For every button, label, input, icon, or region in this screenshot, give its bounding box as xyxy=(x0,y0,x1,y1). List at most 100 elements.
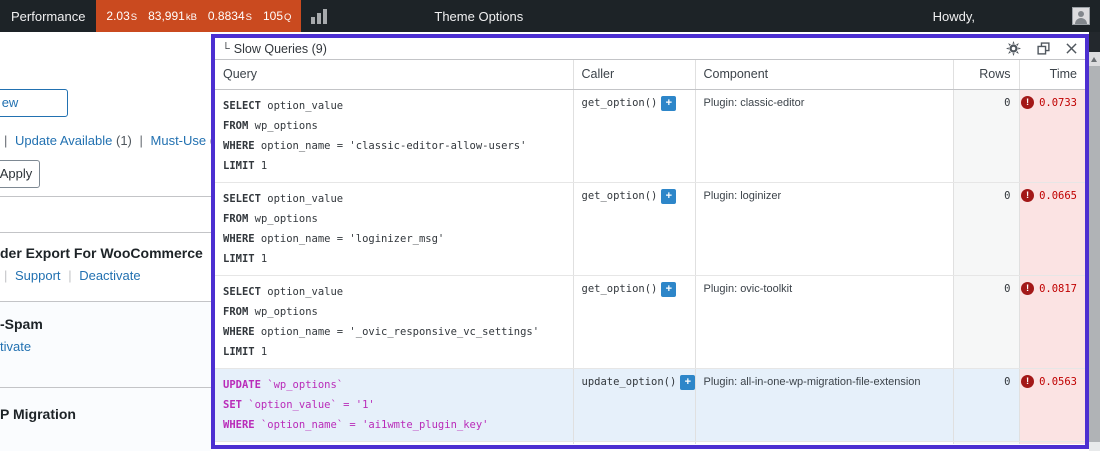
filter-must-use[interactable]: Must-Use xyxy=(151,133,207,148)
sql-line: FROM wp_options xyxy=(223,209,565,229)
warning-icon: ! xyxy=(1021,96,1034,109)
time-cell: ! 0.0733 xyxy=(1019,89,1085,182)
query-row: SELECT option_valueFROM wp_optionsWHERE … xyxy=(215,182,1085,275)
query-row: SELECT option_valueFROM wp_optionsWHERE … xyxy=(215,275,1085,368)
query-monitor-panel: └Slow Queries (9) Query Caller Component xyxy=(211,34,1089,449)
qm-table-body: SELECT option_valueFROM wp_optionsWHERE … xyxy=(215,89,1085,444)
query-row: SELECT option_valueFROM wp_optionsWHERE … xyxy=(215,89,1085,182)
sql-line: SELECT option_value xyxy=(223,282,565,302)
plugin-row-spam: -Spam tivate xyxy=(0,301,211,387)
qm-stat-memory: 83,991kB xyxy=(148,9,197,23)
rows-cell: 0 xyxy=(953,368,1019,441)
caller-cell: get_option() + xyxy=(573,441,695,444)
time-cell: ! 0.0665 xyxy=(1019,182,1085,275)
plugin-name: -Spam xyxy=(0,316,211,332)
caller-cell: update_option() + xyxy=(573,368,695,441)
query-row: UPDATE `wp_options`SET `option_value` = … xyxy=(215,368,1085,441)
component-cell: Plugin: ovic-toolkit xyxy=(695,275,953,368)
sql-line: LIMIT 1 xyxy=(223,249,565,269)
query-row: SELECT option_value get_option() + Plugi… xyxy=(215,441,1085,444)
page-scrollbar[interactable] xyxy=(1089,32,1100,451)
plugin-support-link[interactable]: Support xyxy=(15,268,61,283)
scrollbar-thumb[interactable] xyxy=(1089,66,1100,442)
close-icon[interactable] xyxy=(1066,43,1077,54)
scrollbar-up-arrow[interactable] xyxy=(1089,52,1100,66)
sql-line: WHERE option_name = 'loginizer_msg' xyxy=(223,229,565,249)
plugin-row-wp-migration: P Migration xyxy=(0,387,211,451)
avatar-person-icon xyxy=(1078,11,1084,17)
sql-line: SET `option_value` = '1' xyxy=(223,395,565,415)
apply-button[interactable]: Apply xyxy=(0,160,40,188)
col-header-query[interactable]: Query xyxy=(215,60,573,89)
warning-icon: ! xyxy=(1021,282,1034,295)
rows-cell: 0 xyxy=(953,89,1019,182)
query-cell: SELECT option_value xyxy=(215,441,573,444)
warning-icon: ! xyxy=(1021,375,1034,388)
qm-panel-header: └Slow Queries (9) xyxy=(215,38,1085,60)
table-header-row: Query Caller Component Rows Time xyxy=(215,60,1085,89)
query-cell: SELECT option_valueFROM wp_optionsWHERE … xyxy=(215,182,573,275)
time-value: 0.0817 xyxy=(1039,282,1077,296)
caller-text: get_option() xyxy=(582,189,658,204)
time-value: 0.0665 xyxy=(1039,189,1077,203)
sql-line: LIMIT 1 xyxy=(223,342,565,362)
pop-out-icon[interactable] xyxy=(1037,42,1050,55)
time-value: 0.0733 xyxy=(1039,96,1077,110)
expand-caller-button[interactable]: + xyxy=(661,282,676,297)
divider xyxy=(0,196,211,197)
sql-line: FROM wp_options xyxy=(223,116,565,136)
component-cell: Plugin: all-in-one-wp-migration-file-ext… xyxy=(695,368,953,441)
caller-text: get_option() xyxy=(582,282,658,297)
caller-text: update_option() xyxy=(582,375,677,390)
col-header-time[interactable]: Time xyxy=(1019,60,1085,89)
sql-line: WHERE option_name = '_ovic_responsive_vc… xyxy=(223,322,565,342)
sql-line: WHERE option_name = 'classic-editor-allo… xyxy=(223,136,565,156)
qm-table-scroll-area: Query Caller Component Rows Time SELECT … xyxy=(215,60,1085,444)
sql-line: FROM wp_options xyxy=(223,302,565,322)
adminbar-theme-options-item[interactable]: Theme Options xyxy=(423,0,534,32)
component-cell: Plugin: classic-editor xyxy=(695,89,953,182)
add-new-button[interactable]: ew xyxy=(0,89,68,117)
rows-cell: 0 xyxy=(953,441,1019,444)
time-cell: ! 0.0563 xyxy=(1019,368,1085,441)
filter-separator: | xyxy=(4,133,7,148)
query-cell: SELECT option_valueFROM wp_optionsWHERE … xyxy=(215,275,573,368)
gear-icon[interactable] xyxy=(1006,41,1021,56)
adminbar-howdy-item[interactable]: Howdy, xyxy=(933,0,975,32)
expand-caller-button[interactable]: + xyxy=(661,96,676,111)
qm-stat-query-count: 105Q xyxy=(263,9,291,23)
avatar[interactable] xyxy=(1072,7,1090,25)
component-cell: Plugin: js_composer xyxy=(695,441,953,444)
plugin-row-order-export: der Export For WooCommerce | Support | D… xyxy=(0,232,211,301)
time-cell: ! 0.0817 xyxy=(1019,275,1085,368)
rows-cell: 0 xyxy=(953,182,1019,275)
filter-update-available[interactable]: Update Available xyxy=(15,133,112,148)
col-header-component[interactable]: Component xyxy=(695,60,953,89)
sql-line: LIMIT 1 xyxy=(223,156,565,176)
sql-line: SELECT option_value xyxy=(223,96,565,116)
time-cell: ! 0.0696 xyxy=(1019,441,1085,444)
plugin-activate-link[interactable]: tivate xyxy=(0,339,31,354)
adminbar-query-monitor-stats[interactable]: 2.03S 83,991kB 0.8834S 105Q xyxy=(96,0,301,32)
expand-caller-button[interactable]: + xyxy=(661,189,676,204)
plugin-name: der Export For WooCommerce xyxy=(0,245,211,261)
sql-line: WHERE `option_name` = 'ai1wmte_plugin_ke… xyxy=(223,415,565,435)
caller-cell: get_option() + xyxy=(573,182,695,275)
plugin-deactivate-link[interactable]: Deactivate xyxy=(79,268,140,283)
col-header-caller[interactable]: Caller xyxy=(573,60,695,89)
time-value: 0.0563 xyxy=(1039,375,1077,389)
bar-chart-icon[interactable] xyxy=(301,0,337,32)
adminbar-performance-item[interactable]: Performance xyxy=(0,0,96,32)
warning-icon: ! xyxy=(1021,189,1034,202)
filter-update-available-count: (1) xyxy=(116,133,132,148)
qm-panel-title: └Slow Queries (9) xyxy=(222,42,327,56)
plugin-filter-links: | Update Available (1) | Must-Use (1) xyxy=(0,133,226,148)
expand-caller-button[interactable]: + xyxy=(680,375,695,390)
component-cell: Plugin: loginizer xyxy=(695,182,953,275)
filter-separator: | xyxy=(140,133,143,148)
subitem-prefix: └ xyxy=(222,43,230,55)
caller-cell: get_option() + xyxy=(573,275,695,368)
plugin-name: P Migration xyxy=(0,406,211,422)
slow-queries-table: Query Caller Component Rows Time SELECT … xyxy=(215,60,1085,444)
col-header-rows[interactable]: Rows xyxy=(953,60,1019,89)
